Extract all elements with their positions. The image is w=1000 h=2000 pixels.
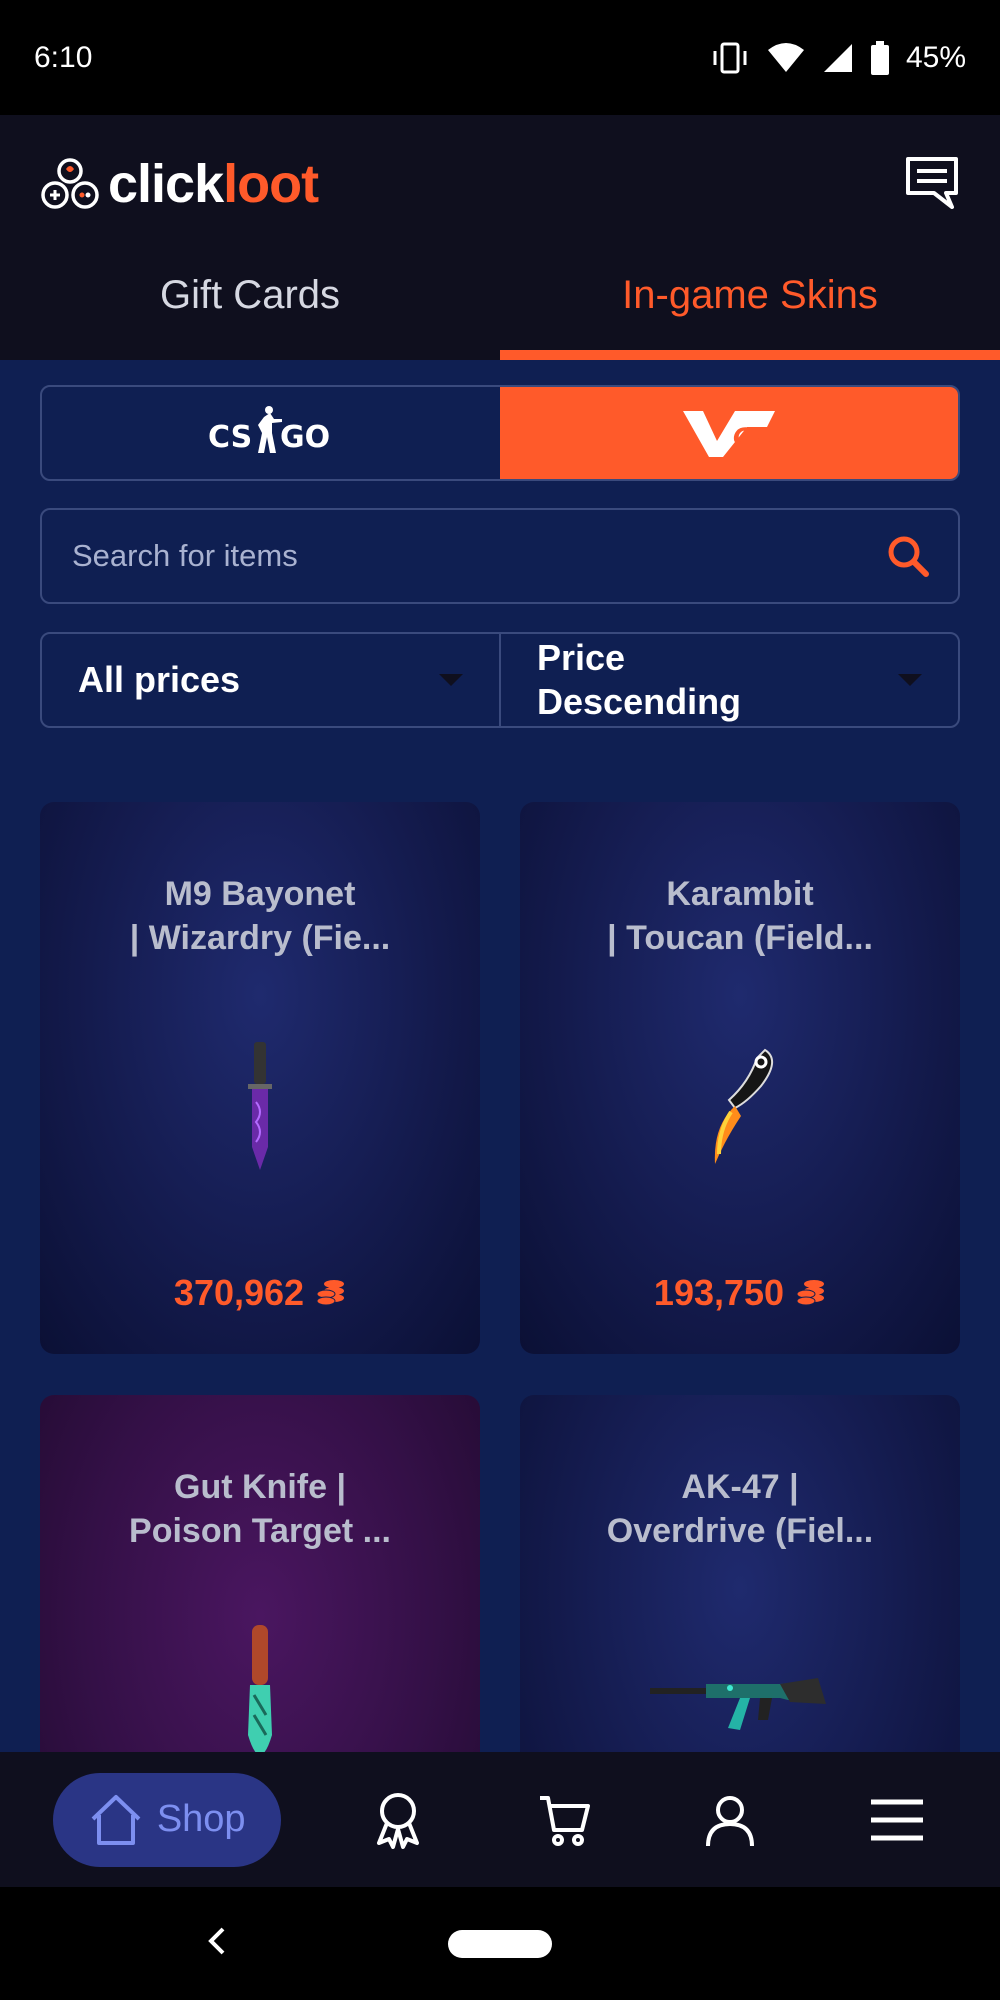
chat-icon — [906, 157, 958, 209]
search-bar — [40, 508, 960, 604]
price-filter-label: All prices — [78, 659, 241, 700]
clickloot-logo[interactable]: clickloot — [40, 153, 319, 215]
vgo-option[interactable]: GO — [500, 387, 958, 479]
vibrate-icon — [713, 42, 747, 73]
coins-icon — [316, 1280, 345, 1306]
csgo-option[interactable]: CS GO — [42, 387, 500, 479]
status-icons: 45% — [710, 40, 966, 75]
svg-text:CS: CS — [208, 420, 252, 455]
status-bar: 6:10 45% — [0, 0, 1000, 115]
ak-47-rifle-image — [520, 1625, 960, 1752]
sort-label: Price Descending — [537, 637, 742, 722]
sort-dropdown[interactable]: Price Descending — [499, 634, 958, 726]
back-icon[interactable] — [205, 1923, 229, 1959]
chevron-down-icon — [439, 674, 463, 686]
home-icon — [91, 1794, 141, 1845]
award-icon — [376, 1792, 419, 1849]
app-header: clickloot Gift Cards In-game Skins — [0, 115, 1000, 360]
chat-button[interactable] — [902, 153, 962, 213]
item-card[interactable]: M9 Bayonet | Wizardry (Fie... 370,962 — [40, 802, 480, 1354]
nav-menu[interactable] — [847, 1770, 947, 1870]
m9-bayonet-knife-image — [40, 1032, 480, 1182]
battery-level: 45% — [905, 40, 966, 74]
gamepad-logo-icon — [41, 158, 99, 209]
item-grid: M9 Bayonet | Wizardry (Fie... 370,962 Ka… — [40, 802, 960, 1752]
item-title: AK-47 | Overdrive (Fiel... — [606, 1468, 874, 1550]
search-input[interactable] — [70, 537, 886, 575]
gut-knife-image — [40, 1625, 480, 1752]
user-icon — [706, 1795, 755, 1846]
status-time: 6:10 — [34, 40, 93, 74]
wifi-icon — [767, 42, 804, 72]
item-card[interactable]: Karambit | Toucan (Field... 193,750 — [520, 802, 960, 1354]
coins-icon — [796, 1280, 825, 1306]
tab-gift-cards[interactable]: Gift Cards — [0, 255, 500, 360]
logo-text: clickloot — [108, 154, 319, 214]
battery-icon — [870, 40, 889, 75]
cart-icon — [539, 1795, 590, 1846]
item-title: M9 Bayonet | Wizardry (Fie... — [129, 875, 391, 957]
chevron-down-icon — [898, 674, 922, 686]
system-nav-bar — [0, 1887, 1000, 2000]
nav-cart[interactable] — [514, 1770, 614, 1870]
bottom-nav: Shop — [0, 1752, 1000, 1887]
category-tabs: Gift Cards In-game Skins — [0, 255, 1000, 360]
nav-rewards[interactable] — [348, 1770, 448, 1870]
item-card[interactable]: AK-47 | Overdrive (Fiel... — [520, 1395, 960, 1752]
filter-bar: All prices Price Descending — [40, 632, 960, 728]
nav-account[interactable] — [680, 1770, 780, 1870]
game-toggle: CS GO GO — [40, 385, 960, 481]
menu-icon — [870, 1799, 923, 1840]
item-title: Gut Knife | Poison Target ... — [129, 1468, 391, 1550]
nav-shop[interactable]: Shop — [53, 1772, 282, 1867]
price-filter-dropdown[interactable]: All prices — [42, 634, 499, 726]
nav-shop-label: Shop — [156, 1798, 246, 1840]
tab-in-game-skins[interactable]: In-game Skins — [500, 255, 1000, 360]
search-icon[interactable] — [886, 534, 930, 578]
home-pill[interactable] — [448, 1929, 552, 1958]
item-price: 370,962 — [40, 1272, 480, 1314]
svg-text:GO: GO — [733, 423, 773, 451]
item-price: 193,750 — [520, 1272, 960, 1314]
csgo-logo: CS GO — [208, 406, 330, 455]
vgo-logo: GO — [683, 411, 775, 457]
karambit-knife-image — [520, 1032, 960, 1182]
signal-icon — [823, 43, 852, 72]
svg-text:GO: GO — [280, 420, 330, 455]
item-title: Karambit | Toucan (Field... — [607, 875, 873, 957]
item-card[interactable]: Gut Knife | Poison Target ... — [40, 1395, 480, 1752]
